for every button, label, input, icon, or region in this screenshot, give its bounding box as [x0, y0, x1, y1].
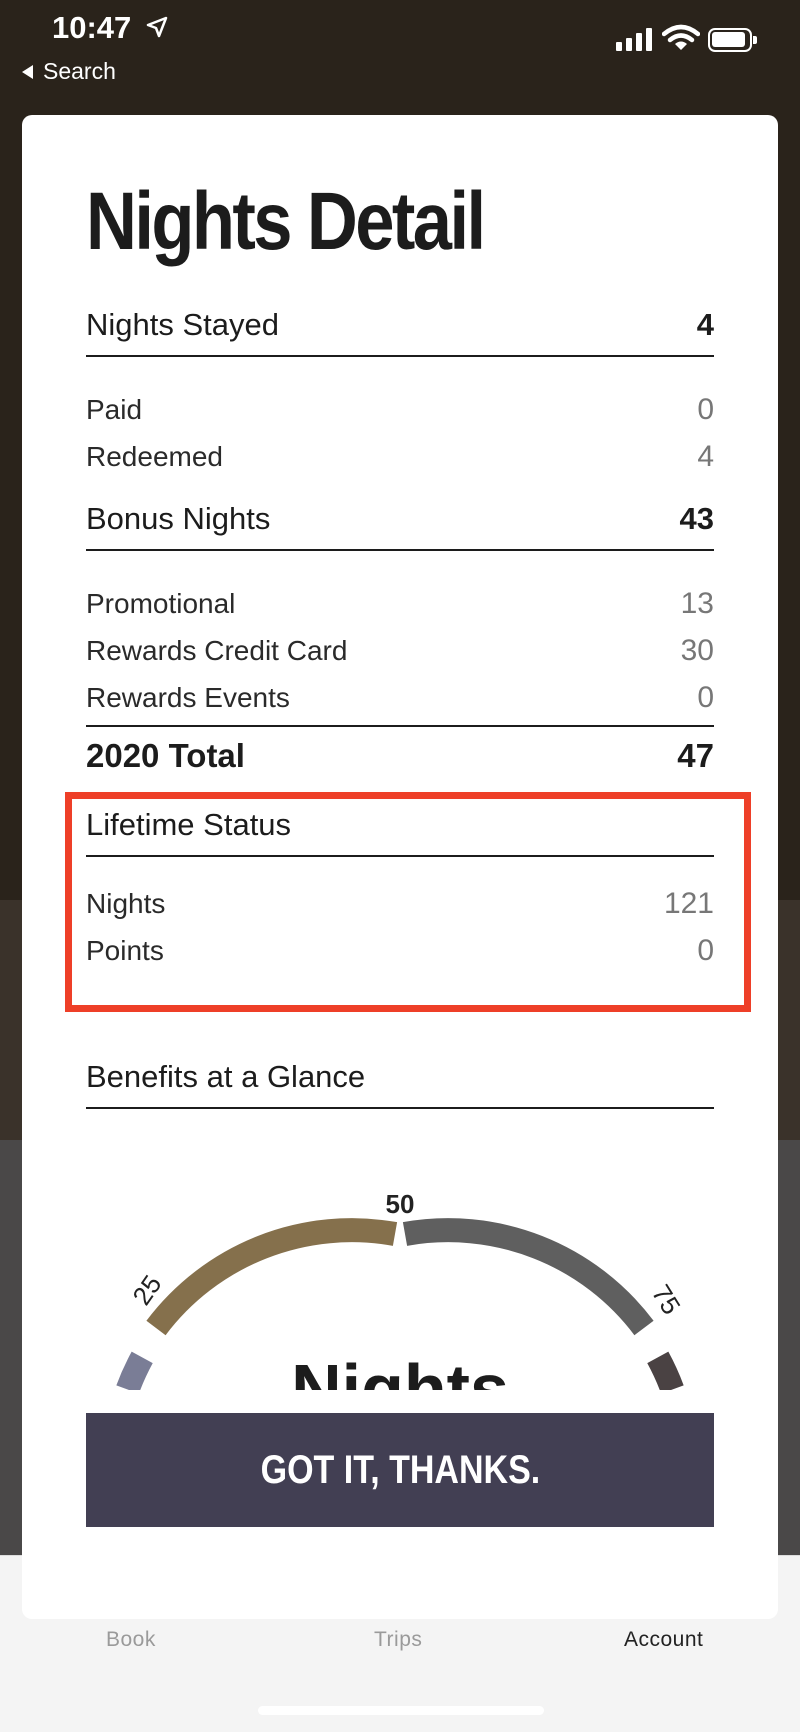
got-it-button[interactable]: GOT IT, THANKS.	[86, 1413, 714, 1527]
bonus-nights-label: Bonus Nights	[86, 501, 271, 536]
cellular-signal-icon	[616, 28, 652, 51]
gauge-segment-top	[647, 1351, 684, 1390]
gauge-segment-low	[116, 1351, 153, 1390]
list-item: Nights 121	[86, 887, 714, 921]
promotional-value: 13	[680, 587, 714, 620]
credit-card-value: 30	[680, 634, 714, 667]
redeemed-label: Redeemed	[86, 441, 223, 472]
bonus-nights-header: Bonus Nights 43	[86, 501, 714, 551]
gauge-segment-high	[402, 1218, 654, 1336]
total-label: 2020 Total	[86, 737, 245, 774]
lifetime-points-label: Points	[86, 935, 164, 966]
back-label: Search	[43, 58, 116, 84]
benefits-header: Benefits at a Glance	[86, 1059, 714, 1109]
lifetime-status-label: Lifetime Status	[86, 807, 292, 842]
lifetime-nights-value: 121	[663, 887, 714, 920]
list-item: Points 0	[86, 934, 714, 968]
total-value: 47	[677, 737, 714, 774]
rewards-events-value: 0	[697, 681, 714, 714]
tab-book[interactable]: Book	[106, 1628, 156, 1652]
gauge-segment-mid	[146, 1218, 398, 1336]
bonus-nights-value: 43	[679, 501, 714, 536]
list-item: Rewards Credit Card 30	[86, 634, 714, 668]
list-item: Redeemed 4	[86, 440, 714, 474]
gauge-center-text: Nights	[291, 1350, 509, 1390]
list-item: Paid 0	[86, 393, 714, 427]
gauge-tick-75: 75	[646, 1279, 687, 1319]
battery-icon	[708, 28, 757, 52]
lifetime-points-value: 0	[697, 934, 714, 967]
lifetime-status-header: Lifetime Status	[86, 807, 714, 857]
gauge-tick-50: 50	[386, 1189, 415, 1219]
nights-stayed-label: Nights Stayed	[86, 307, 279, 342]
nights-stayed-value: 4	[696, 307, 714, 342]
paid-label: Paid	[86, 394, 143, 425]
benefits-gauge: 25 50 75 Nights	[116, 1189, 687, 1390]
status-time: 10:47	[52, 10, 132, 45]
got-it-label: GOT IT, THANKS.	[260, 1447, 540, 1492]
tab-trips[interactable]: Trips	[374, 1628, 422, 1652]
credit-card-label: Rewards Credit Card	[86, 635, 348, 666]
back-triangle-icon	[22, 64, 33, 79]
total-row: 2020 Total 47	[86, 725, 714, 775]
paid-value: 0	[697, 393, 714, 426]
nights-detail-modal: Nights Detail Nights Stayed 4 Paid 0 Red…	[22, 115, 778, 1619]
list-item: Promotional 13	[86, 587, 714, 621]
tab-account[interactable]: Account	[624, 1628, 703, 1652]
home-indicator	[258, 1706, 544, 1715]
rewards-events-label: Rewards Events	[86, 682, 290, 713]
benefits-label: Benefits at a Glance	[86, 1059, 366, 1094]
list-item: Rewards Events 0	[86, 681, 714, 715]
lifetime-nights-label: Nights	[86, 888, 166, 919]
promotional-label: Promotional	[86, 588, 236, 619]
modal-title: Nights Detail	[86, 176, 486, 267]
nights-stayed-header: Nights Stayed 4	[86, 307, 714, 357]
redeemed-value: 4	[697, 440, 714, 473]
back-to-search-button[interactable]: Search	[22, 58, 116, 85]
location-arrow-icon	[146, 16, 168, 38]
wifi-icon	[662, 24, 700, 50]
